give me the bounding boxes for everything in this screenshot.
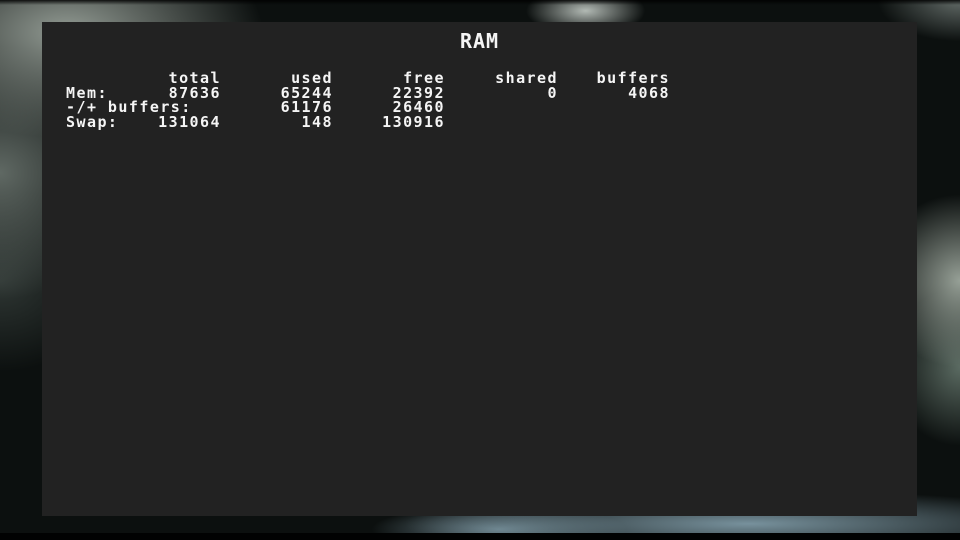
header-buffers: buffers: [42, 71, 670, 86]
panel-title: RAM: [42, 30, 917, 52]
table-row-swap: Swap: 131064 148 130916: [42, 115, 917, 130]
letterbox-bottom-bar: [0, 533, 960, 540]
screen: RAM total used free shared buffers Mem: …: [0, 0, 960, 540]
memory-table: total used free shared buffers Mem: 8763…: [42, 71, 917, 129]
console-panel: RAM total used free shared buffers Mem: …: [42, 22, 917, 516]
swap-free: 130916: [42, 115, 445, 130]
